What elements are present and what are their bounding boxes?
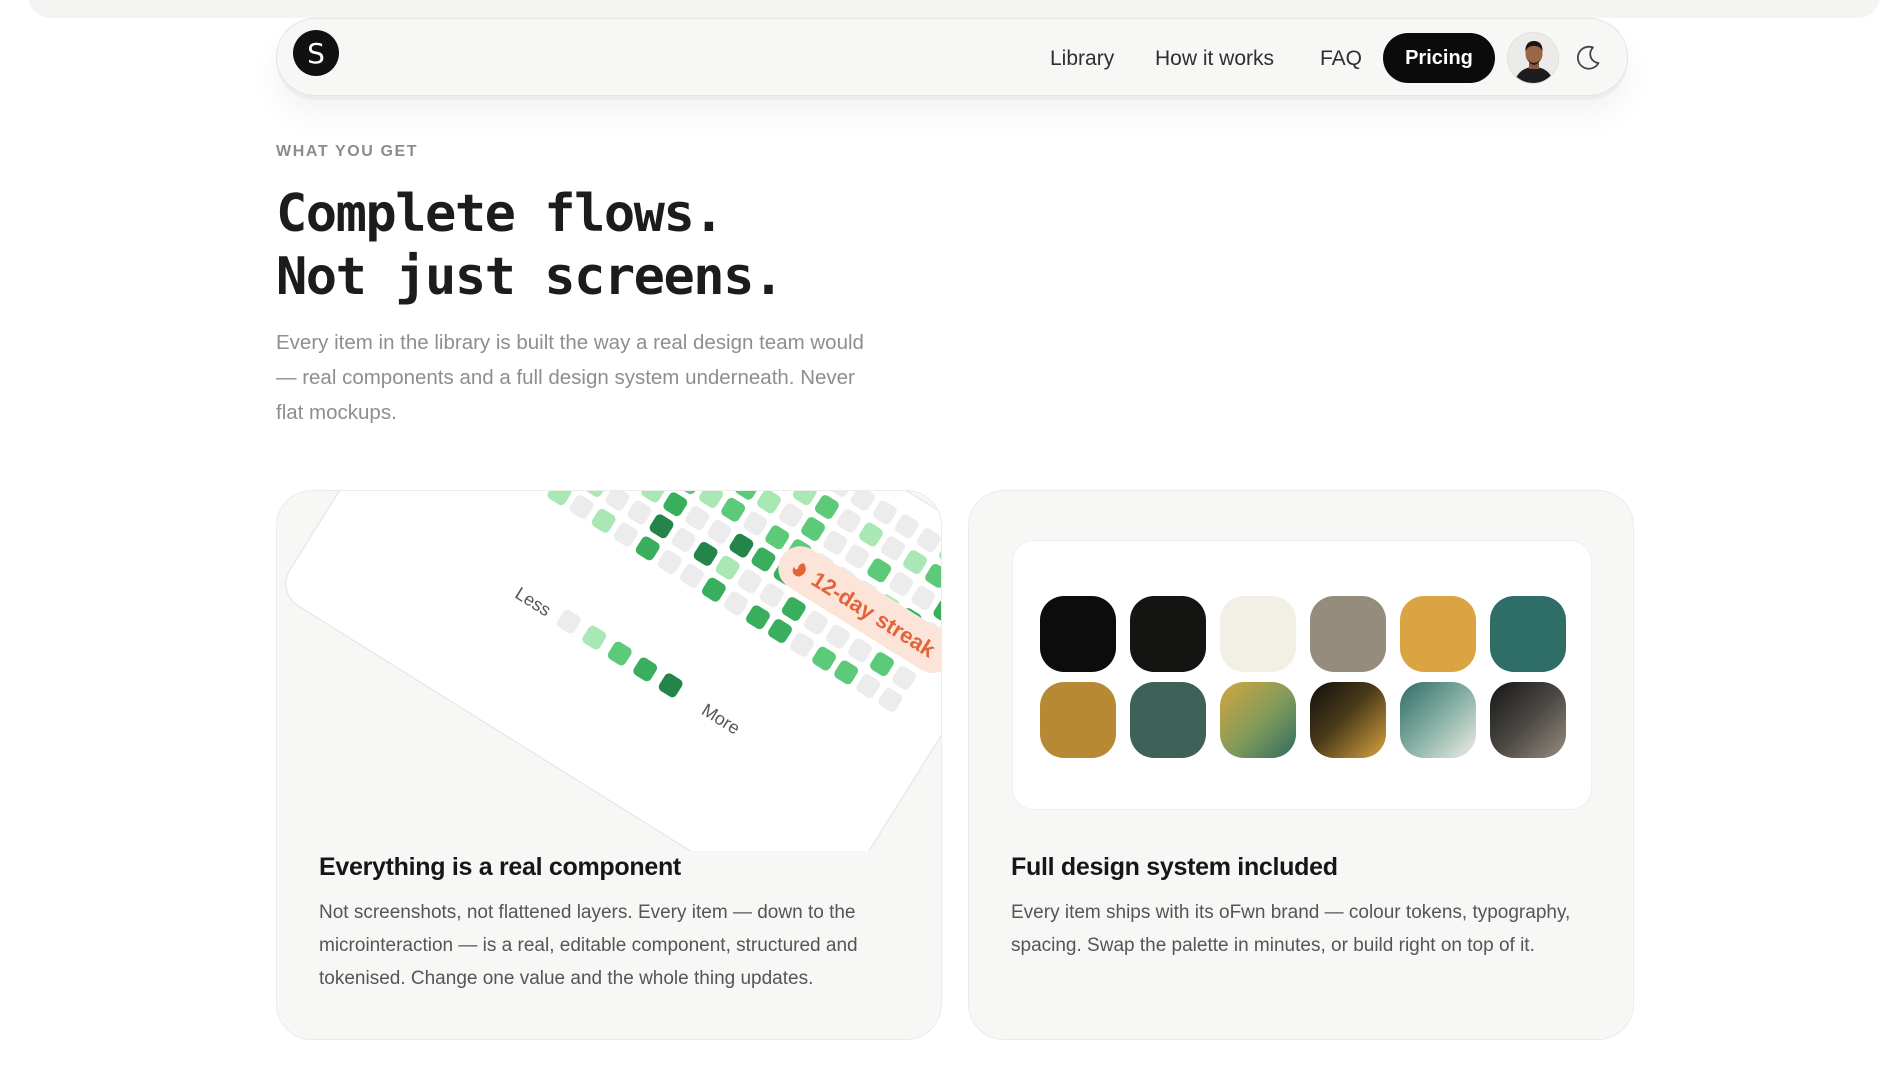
palette-panel — [1012, 540, 1592, 810]
user-avatar[interactable] — [1507, 32, 1559, 84]
card-real-component: 12-day streak Less More Everything is a … — [276, 490, 942, 1040]
swatch-11 — [1490, 682, 1566, 758]
headline-line-1: Complete flows. — [276, 184, 725, 244]
swatch-5 — [1490, 596, 1566, 672]
card-description: Not screenshots, not flattened layers. E… — [319, 902, 858, 989]
streak-heatmap-illustration: 12-day streak Less More — [285, 491, 941, 851]
brand-logo[interactable]: S — [293, 30, 339, 76]
swatch-0 — [1040, 596, 1116, 672]
swatch-3 — [1310, 596, 1386, 672]
section-eyebrow: WHAT YOU GET — [276, 143, 419, 160]
card-description: Every item ships with its oFwn brand — c… — [1011, 902, 1571, 956]
pricing-button[interactable]: Pricing — [1383, 33, 1495, 83]
top-strip — [28, 0, 1880, 18]
swatch-7 — [1130, 682, 1206, 758]
nav-link-how-it-works[interactable]: How it works — [1155, 48, 1274, 69]
section-headline: Complete flows. Not just screens. — [276, 183, 784, 309]
headline-line-2: Not just screens. — [276, 247, 784, 307]
card-title: Everything is a real component — [319, 853, 681, 881]
swatch-2 — [1220, 596, 1296, 672]
nav-link-faq[interactable]: FAQ — [1320, 48, 1362, 69]
swatch-4 — [1400, 596, 1476, 672]
card-title: Full design system included — [1011, 853, 1338, 881]
top-navbar: S Library How it works FAQ Pricing — [276, 18, 1628, 96]
section-lead: Every item in the library is built the w… — [276, 331, 864, 424]
avatar-portrait — [1508, 33, 1558, 83]
swatch-10 — [1400, 682, 1476, 758]
swatch-9 — [1310, 682, 1386, 758]
moon-icon[interactable] — [1573, 43, 1603, 73]
nav-link-library[interactable]: Library — [1050, 48, 1114, 69]
card-design-system: Full design system included Every item s… — [968, 490, 1634, 1040]
swatch-6 — [1040, 682, 1116, 758]
swatch-8 — [1220, 682, 1296, 758]
swatch-1 — [1130, 596, 1206, 672]
